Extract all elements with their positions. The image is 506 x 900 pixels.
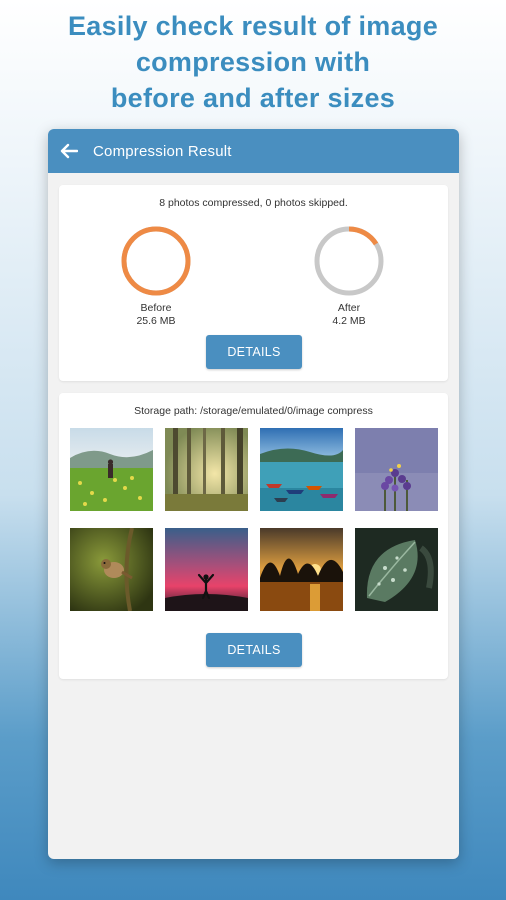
- phone-screen: Compression Result 8 photos compressed, …: [48, 129, 459, 859]
- promo-line-3: before and after sizes: [110, 83, 396, 113]
- promo-line-1: Easily check result of image: [67, 11, 439, 41]
- before-size-value: 25.6 MB: [136, 315, 176, 327]
- thumbnail-misty-forest[interactable]: [165, 428, 248, 511]
- storage-path-text: Storage path: /storage/emulated/0/image …: [134, 405, 373, 417]
- summary-details-button[interactable]: DETAILS: [206, 335, 302, 369]
- after-size-value: 4.2 MB: [332, 315, 366, 327]
- app-bar: Compression Result: [48, 129, 459, 173]
- gallery-details-button[interactable]: DETAILS: [206, 633, 302, 667]
- back-button[interactable]: [58, 140, 80, 162]
- before-size-gauge: Before 25.6 MB: [101, 225, 211, 328]
- after-size-gauge: After 4.2 MB: [294, 225, 404, 328]
- thumbnail-purple-flowers[interactable]: [355, 428, 438, 511]
- thumbnail-leaf-drops[interactable]: [355, 528, 438, 611]
- thumbnail-sunset-silhouette[interactable]: [165, 528, 248, 611]
- before-ring: [121, 226, 191, 296]
- thumbnail-grid: [70, 428, 438, 611]
- promo-line-2: compression with: [135, 47, 371, 77]
- thumbnail-field-person[interactable]: [70, 428, 153, 511]
- after-ring: [314, 226, 384, 296]
- summary-card: 8 photos compressed, 0 photos skipped. B…: [59, 185, 448, 381]
- compression-status-text: 8 photos compressed, 0 photos skipped.: [159, 197, 348, 209]
- gallery-card: Storage path: /storage/emulated/0/image …: [59, 393, 448, 679]
- page-title: Compression Result: [93, 142, 232, 160]
- before-label: Before: [140, 302, 172, 314]
- arrow-left-icon: [60, 143, 78, 159]
- thumbnail-bird-on-branch[interactable]: [70, 528, 153, 611]
- thumbnail-lake-boats[interactable]: [260, 428, 343, 511]
- after-label: After: [337, 302, 361, 314]
- thumbnail-sunset-lake-trees[interactable]: [260, 528, 343, 611]
- promo-headline: Easily check result of image compression…: [0, 8, 506, 116]
